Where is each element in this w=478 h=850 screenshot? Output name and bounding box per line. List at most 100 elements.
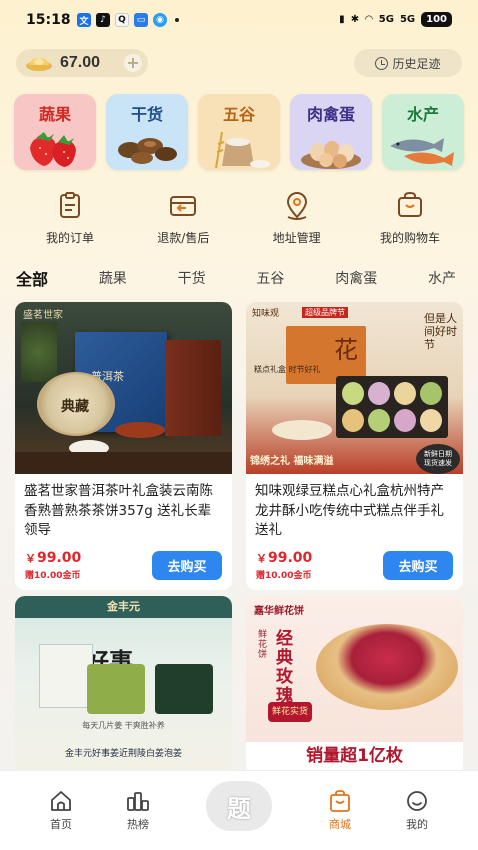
menu-address[interactable]: 地址管理 — [247, 191, 347, 246]
fresh-badge: 鲜花实货 — [268, 702, 312, 722]
menu-refund[interactable]: 退款/售后 — [133, 191, 233, 246]
price-currency: ￥ — [256, 552, 267, 565]
product-image[interactable]: 金丰元 好事 每天几片姜 干爽胜补养 金丰元好事姜近荆陵白姜泡姜 — [15, 596, 232, 776]
bottom-navigation: 首页 热榜 题 商城 我的 — [0, 770, 478, 850]
status-bar: 15:18 文 ♪ Q ▭ ◉ ▮ ✱ ◠ 5G 5G 100 — [0, 0, 478, 40]
nav-label: 首页 — [50, 818, 72, 831]
tab-fruits[interactable]: 蔬果 — [99, 268, 127, 288]
nav-home[interactable]: 首页 — [31, 789, 91, 832]
clock-icon — [375, 56, 389, 70]
nav-profile[interactable]: 我的 — [387, 789, 447, 832]
qq-icon: Q — [115, 13, 129, 27]
tea-cake: 典藏 — [37, 372, 115, 436]
ginger-jar-left — [87, 664, 145, 714]
gift-box — [39, 644, 93, 708]
app-notification-icon: 文 — [77, 13, 91, 27]
message-icon: ▭ — [134, 13, 148, 27]
price-value: 99.00 — [37, 550, 82, 566]
tab-dried[interactable]: 干货 — [178, 268, 206, 288]
ginger-jar-right — [155, 664, 213, 714]
category-card-seafood[interactable]: 水产 — [382, 94, 464, 170]
category-label: 水产 — [406, 105, 439, 124]
menu-label: 退款/售后 — [157, 231, 210, 245]
add-coins-button[interactable]: + — [124, 54, 142, 72]
home-icon — [51, 791, 71, 811]
tab-grains[interactable]: 五谷 — [256, 268, 284, 288]
cake-plate — [272, 420, 332, 440]
product-image-slogan: 糕点礼盒 时节好礼 — [254, 365, 321, 374]
wifi-icon: ◠ — [365, 14, 373, 25]
tab-seafood[interactable]: 水产 — [428, 268, 456, 288]
category-tabs: 全部 蔬果 干货 五谷 肉禽蛋 水产 — [16, 266, 456, 290]
product-card[interactable]: 嘉华鲜花饼 鲜花饼 经典玫瑰饼 鲜花实货 销量超1亿枚 — [246, 596, 463, 776]
nav-mall[interactable]: 商城 — [310, 789, 370, 832]
nav-label: 热榜 — [127, 818, 149, 831]
history-label: 历史足迹 — [392, 56, 441, 71]
product-price: ￥99.00 — [25, 550, 81, 566]
location-icon — [286, 192, 307, 220]
tea-cup — [115, 422, 165, 438]
plant-decoration — [21, 322, 57, 382]
product-image-slogan: 每天几片姜 干爽胜补养 — [82, 721, 165, 730]
product-image-banner: 锦绣之礼 福味满溢 — [250, 456, 334, 467]
signal-2-label: 5G — [399, 14, 416, 25]
product-card[interactable]: 盛茗世家 普洱茶 典藏 盛茗世家普洱茶叶礼盒装云南陈香熟普熟茶茶饼357g 送礼… — [15, 302, 232, 590]
coin-balance-pill[interactable]: 67.00 + — [16, 49, 148, 77]
product-image[interactable]: 知味观 超级品牌节 但是人间好时节 花 糕点礼盒 时节好礼 锦绣之礼 福味满溢 … — [246, 302, 463, 474]
quiz-center-button[interactable]: 题 — [206, 781, 272, 831]
category-card-fruits[interactable]: 蔬果 — [14, 94, 96, 170]
status-app-icons: 文 ♪ Q ▭ ◉ — [77, 13, 179, 27]
status-indicators: ▮ ✱ ◠ 5G 5G 100 — [339, 12, 452, 27]
product-image-brand: 嘉华鲜花饼 — [254, 606, 304, 617]
fresh-badge: 新鲜日期 现货速发 — [416, 444, 460, 474]
menu-my-orders[interactable]: 我的订单 — [20, 191, 120, 246]
buy-button[interactable]: 去购买 — [152, 551, 222, 580]
vibrate-icon: ▮ — [339, 14, 345, 25]
coin-balance-value: 67.00 — [60, 54, 101, 71]
product-title[interactable]: 知味观绿豆糕点心礼盒杭州特产龙井酥小吃传统中式糕点伴手礼送礼 — [246, 474, 463, 546]
grain-icon — [215, 131, 270, 169]
price-value: 99.00 — [268, 550, 313, 566]
rose-cake — [316, 624, 458, 710]
menu-cart[interactable]: 我的购物车 — [360, 191, 460, 246]
product-image-brand: 金丰元 — [15, 596, 232, 618]
category-label: 蔬果 — [38, 105, 71, 124]
mushroom-icon — [118, 138, 177, 164]
menu-label: 我的订单 — [45, 231, 94, 245]
cart-icon — [397, 191, 422, 217]
product-image[interactable]: 嘉华鲜花饼 鲜花饼 经典玫瑰饼 鲜花实货 销量超1亿枚 — [246, 596, 463, 776]
refund-icon — [170, 196, 197, 216]
hot-list-icon — [127, 792, 149, 811]
price-currency: ￥ — [25, 552, 36, 565]
mall-icon — [330, 790, 350, 812]
gold-ingot-icon — [26, 58, 52, 71]
category-cards: 蔬果 干货 五谷 肉禽蛋 水产 — [14, 94, 464, 170]
cake-box — [336, 376, 448, 438]
nav-hot-list[interactable]: 热榜 — [108, 789, 168, 832]
product-image-brand: 知味观 — [252, 309, 280, 319]
product-card[interactable]: 知味观 超级品牌节 但是人间好时节 花 糕点礼盒 时节好礼 锦绣之礼 福味满溢 … — [246, 302, 463, 590]
status-time: 15:18 — [26, 12, 71, 28]
battery-icon: 100 — [421, 12, 452, 27]
product-image-side-text: 鲜花饼 — [258, 630, 268, 660]
category-card-grains[interactable]: 五谷 — [198, 94, 280, 170]
tab-meat-eggs[interactable]: 肉禽蛋 — [335, 268, 377, 288]
coin-bonus: 赠10.00金币 — [25, 571, 81, 581]
buy-button[interactable]: 去购买 — [383, 551, 453, 580]
table-surface — [15, 452, 232, 474]
product-image[interactable]: 盛茗世家 普洱茶 典藏 — [15, 302, 232, 474]
cake-bag-text: 花 — [334, 336, 358, 364]
tea-cake-text: 典藏 — [61, 399, 89, 415]
category-card-meat-eggs[interactable]: 肉禽蛋 — [290, 94, 372, 170]
browser-icon: ◉ — [153, 13, 167, 27]
product-price: ￥99.00 — [256, 550, 312, 566]
nav-label: 我的 — [406, 818, 428, 831]
product-title[interactable]: 盛茗世家普洱茶叶礼盒装云南陈香熟普熟茶茶饼357g 送礼长辈领导 — [15, 474, 232, 546]
more-notifications-icon — [175, 18, 179, 22]
product-card[interactable]: 金丰元 好事 每天几片姜 干爽胜补养 金丰元好事姜近荆陵白姜泡姜 — [15, 596, 232, 776]
category-card-dried[interactable]: 干货 — [106, 94, 188, 170]
tab-all[interactable]: 全部 — [16, 266, 48, 290]
strawberry-icon — [30, 132, 76, 167]
history-button[interactable]: 历史足迹 — [354, 49, 462, 77]
tea-wood-box — [165, 340, 221, 436]
